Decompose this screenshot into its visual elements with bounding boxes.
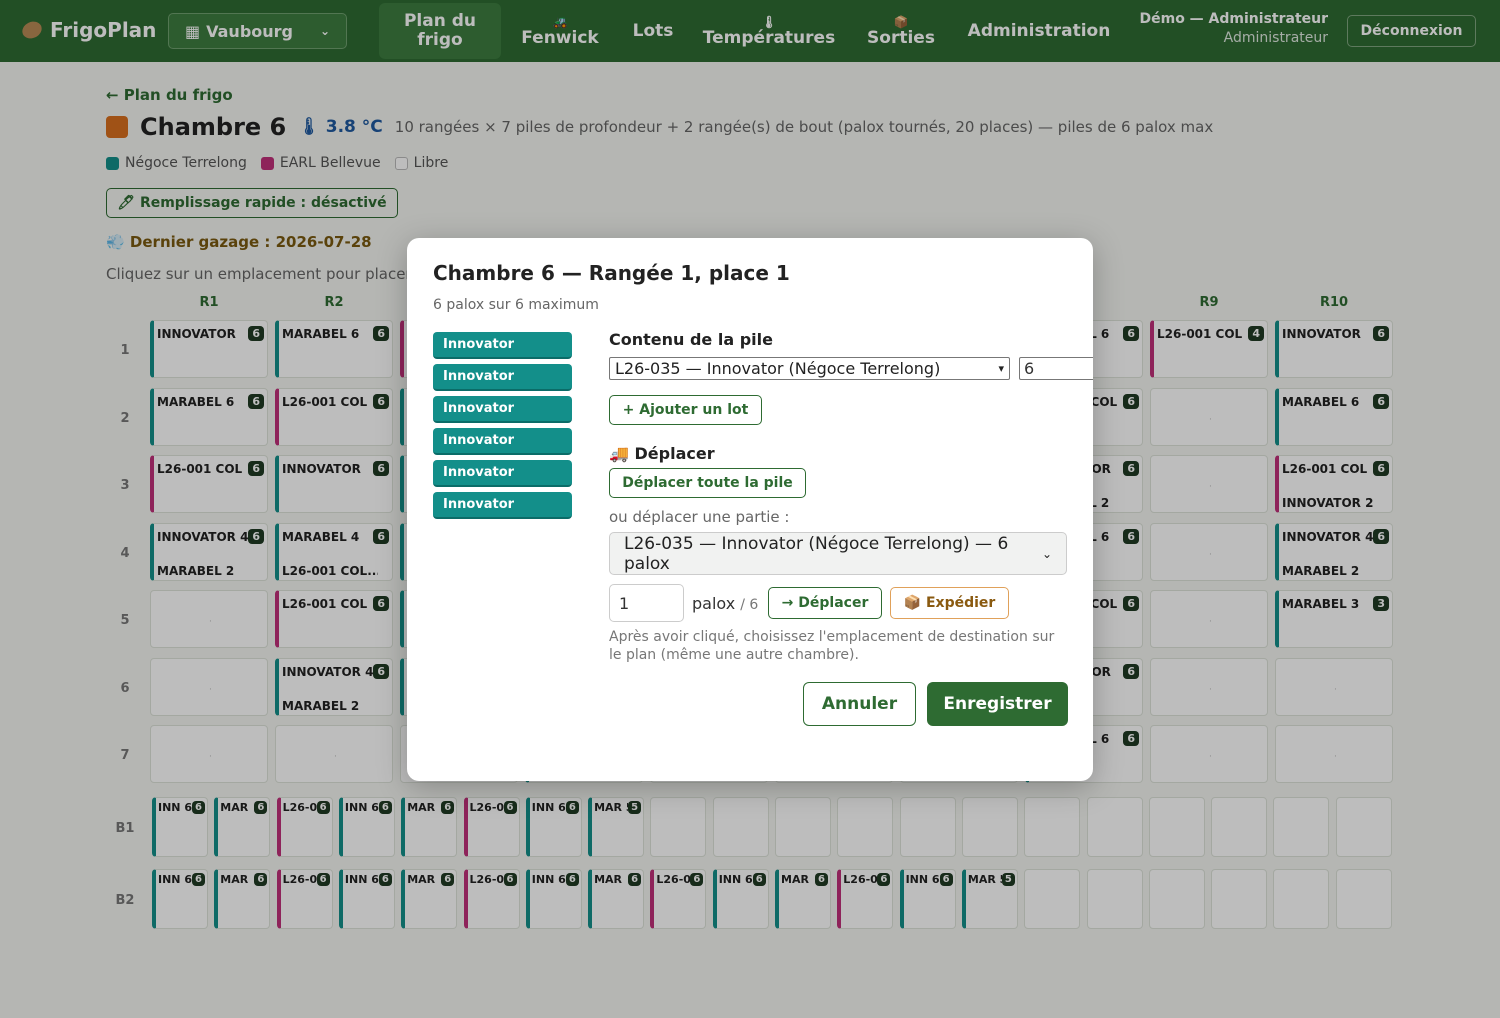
stack-modal: Chambre 6 — Rangée 1, place 1 6 palox su…	[407, 238, 1093, 781]
stack-palox: Innovator	[433, 332, 572, 359]
palox-label: palox / 6	[692, 594, 758, 613]
modal-subtitle: 6 palox sur 6 maximum	[433, 297, 599, 313]
save-button[interactable]: Enregistrer	[927, 682, 1068, 726]
truck-icon: 🚚	[609, 444, 629, 463]
partial-label: ou déplacer une partie :	[609, 508, 790, 526]
move-all-button[interactable]: Déplacer toute la pile	[609, 468, 806, 498]
lot-select[interactable]: L26-035 — Innovator (Négoce Terrelong) ▾	[609, 357, 1010, 380]
cancel-button[interactable]: Annuler	[803, 682, 916, 726]
chevron-down-icon: ▾	[998, 362, 1004, 375]
palox-unit: palox	[692, 594, 736, 613]
box-icon: 📦	[903, 595, 922, 611]
ship-button[interactable]: 📦 Expédier	[890, 587, 1009, 619]
palox-total: / 6	[740, 597, 759, 613]
move-note: Après avoir cliqué, choisissez l'emplace…	[609, 629, 1055, 663]
content-heading: Contenu de la pile	[609, 330, 773, 349]
lot-select-value: L26-035 — Innovator (Négoce Terrelong)	[615, 359, 941, 378]
move-partial-button[interactable]: → Déplacer	[768, 587, 882, 619]
stack-palox: Innovator	[433, 428, 572, 455]
stack-palox: Innovator	[433, 364, 572, 391]
move-heading-text: Déplacer	[634, 444, 715, 463]
partial-select-value: L26-035 — Innovator (Négoce Terrelong) —…	[624, 533, 1009, 574]
stack-palox: Innovator	[433, 460, 572, 487]
modal-title: Chambre 6 — Rangée 1, place 1	[433, 261, 790, 285]
stack-palox: Innovator	[433, 492, 572, 519]
move-heading: 🚚 Déplacer	[609, 444, 715, 463]
partial-lot-select[interactable]: L26-035 — Innovator (Négoce Terrelong) —…	[609, 532, 1067, 575]
add-lot-button[interactable]: + Ajouter un lot	[609, 395, 762, 425]
quantity-input[interactable]: 6	[1019, 357, 1093, 380]
stack-palox: Innovator	[433, 396, 572, 423]
chevron-down-icon: ⌄	[1041, 546, 1052, 561]
ship-label: Expédier	[925, 595, 996, 611]
partial-quantity-input[interactable]: 1	[609, 584, 684, 622]
